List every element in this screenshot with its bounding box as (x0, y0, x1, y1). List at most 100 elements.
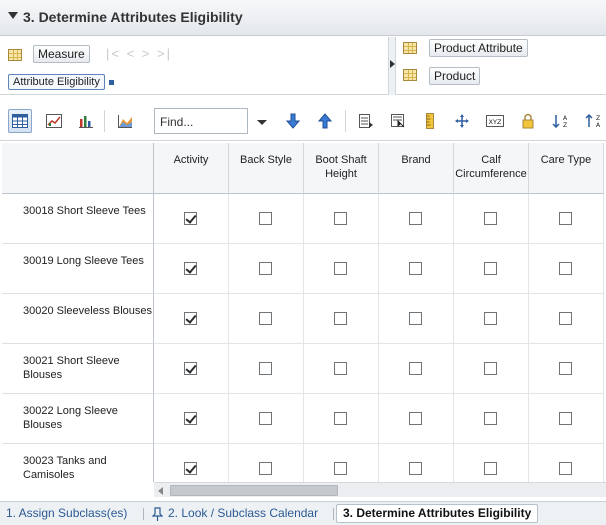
grid-cell (379, 394, 454, 444)
xyz-icon[interactable]: XYZ (483, 109, 507, 133)
grid-cell (529, 444, 604, 482)
tile-nav-arrows[interactable]: |< < > >| (106, 46, 172, 61)
eligibility-checkbox[interactable] (259, 412, 272, 425)
arrow-down-icon[interactable] (281, 109, 305, 133)
ruler-icon[interactable] (418, 109, 442, 133)
filter-icon[interactable] (386, 109, 410, 133)
pivot-icon[interactable] (450, 109, 474, 133)
eligibility-checkbox[interactable] (409, 362, 422, 375)
column-header[interactable]: Boot Shaft Height (304, 143, 379, 194)
lock-icon[interactable] (516, 109, 540, 133)
eligibility-checkbox[interactable] (259, 362, 272, 375)
grid-cell (529, 394, 604, 444)
eligibility-checkbox[interactable] (259, 312, 272, 325)
column-header[interactable]: Care Type (529, 143, 604, 194)
grid-cell (304, 294, 379, 344)
eligibility-checkbox[interactable] (334, 262, 347, 275)
column-header[interactable]: Brand (379, 143, 454, 194)
eligibility-checkbox[interactable] (409, 462, 422, 475)
grid-corner-header (2, 143, 154, 194)
sort-ascending-icon[interactable]: AZ (549, 109, 573, 133)
tab-assign-subclass[interactable]: 1. Assign Subclass(es) (6, 506, 127, 520)
grid-icon (403, 42, 417, 54)
eligibility-checkbox[interactable] (184, 412, 197, 425)
eligibility-checkbox[interactable] (559, 462, 572, 475)
eligibility-checkbox[interactable] (484, 412, 497, 425)
eligibility-checkbox[interactable] (334, 462, 347, 475)
eligibility-checkbox[interactable] (559, 312, 572, 325)
product-tile[interactable]: Product (429, 67, 481, 85)
grid-cell (529, 344, 604, 394)
tab-separator (143, 508, 144, 520)
bar-chart-icon[interactable] (74, 109, 98, 133)
eligibility-checkbox[interactable] (184, 362, 197, 375)
arrow-up-icon[interactable] (313, 109, 337, 133)
grid-cell (379, 244, 454, 294)
eligibility-checkbox[interactable] (409, 212, 422, 225)
grid-cell (229, 294, 304, 344)
eligibility-checkbox[interactable] (409, 412, 422, 425)
grid-cell (379, 294, 454, 344)
eligibility-checkbox[interactable] (559, 212, 572, 225)
area-chart-icon[interactable] (113, 109, 137, 133)
expand-right-icon[interactable] (390, 60, 395, 68)
eligibility-checkbox[interactable] (484, 312, 497, 325)
grid-cell (379, 444, 454, 482)
eligibility-checkbox[interactable] (259, 262, 272, 275)
eligibility-checkbox[interactable] (184, 262, 197, 275)
data-grid: Activity Back Style Boot Shaft Height Br… (2, 143, 606, 482)
attribute-eligibility-tile[interactable]: Attribute Eligibility (8, 74, 105, 90)
row-header: 30020 Sleeveless Blouses (2, 294, 154, 344)
grid-cell (154, 194, 229, 244)
chart-view-icon[interactable] (42, 109, 66, 133)
pivot-area: Measure |< < > >| Attribute Eligibility … (0, 37, 606, 95)
eligibility-checkbox[interactable] (559, 362, 572, 375)
eligibility-checkbox[interactable] (559, 412, 572, 425)
scroll-left-icon[interactable] (158, 487, 163, 495)
pivot-splitter[interactable] (388, 37, 396, 95)
worksheet-tabs: 1. Assign Subclass(es) 2. Look / Subclas… (0, 501, 606, 525)
scrollbar-thumb[interactable] (170, 485, 338, 496)
tab-determine-attributes-eligibility[interactable]: 3. Determine Attributes Eligibility (336, 504, 539, 523)
pin-icon (151, 507, 163, 521)
column-header[interactable]: Calf Circumference (454, 143, 529, 194)
measure-tile[interactable]: Measure (33, 45, 90, 63)
column-header[interactable]: Activity (154, 143, 229, 194)
grid-cell (154, 444, 229, 482)
eligibility-checkbox[interactable] (484, 262, 497, 275)
eligibility-checkbox[interactable] (184, 312, 197, 325)
find-input[interactable]: Find... (154, 108, 248, 134)
horizontal-scrollbar[interactable] (154, 482, 606, 497)
grid-cell (454, 244, 529, 294)
collapse-triangle-icon[interactable] (8, 12, 18, 19)
eligibility-checkbox[interactable] (334, 362, 347, 375)
eligibility-checkbox[interactable] (259, 212, 272, 225)
eligibility-checkbox[interactable] (559, 262, 572, 275)
grid-cell (454, 294, 529, 344)
eligibility-checkbox[interactable] (334, 412, 347, 425)
eligibility-checkbox[interactable] (409, 262, 422, 275)
svg-text:Z: Z (596, 115, 600, 122)
sort-descending-icon[interactable]: ZA (582, 109, 606, 133)
column-header[interactable]: Back Style (229, 143, 304, 194)
row-header: 30022 Long Sleeve Blouses (2, 394, 154, 444)
row-header: 30021 Short Sleeve Blouses (2, 344, 154, 394)
chevron-down-icon[interactable] (257, 120, 267, 125)
grid-cell (229, 244, 304, 294)
grid-cell (229, 444, 304, 482)
grid-icon (403, 69, 417, 81)
eligibility-checkbox[interactable] (184, 462, 197, 475)
eligibility-checkbox[interactable] (484, 462, 497, 475)
product-attribute-tile[interactable]: Product Attribute (429, 39, 528, 57)
eligibility-checkbox[interactable] (484, 212, 497, 225)
tab-look-subclass-calendar[interactable]: 2. Look / Subclass Calendar (168, 506, 318, 520)
tile-marker-icon (109, 80, 114, 85)
eligibility-checkbox[interactable] (184, 212, 197, 225)
eligibility-checkbox[interactable] (334, 312, 347, 325)
eligibility-checkbox[interactable] (484, 362, 497, 375)
eligibility-checkbox[interactable] (334, 212, 347, 225)
show-measures-icon[interactable] (354, 109, 378, 133)
eligibility-checkbox[interactable] (409, 312, 422, 325)
table-view-icon[interactable] (8, 109, 32, 133)
eligibility-checkbox[interactable] (259, 462, 272, 475)
